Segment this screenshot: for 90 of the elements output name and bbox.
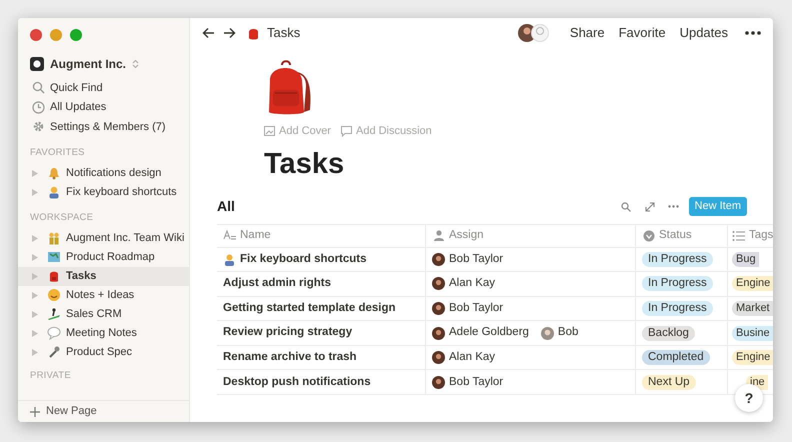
avatar-icon bbox=[432, 277, 445, 290]
person-icon bbox=[432, 228, 446, 242]
sidebar-item[interactable]: Augment Inc. Team Wiki bbox=[18, 228, 189, 248]
assignee-name: Bob Taylor bbox=[449, 252, 504, 267]
text-icon bbox=[223, 228, 237, 242]
triangle-icon bbox=[32, 234, 38, 242]
task-name[interactable]: Adjust admin rights bbox=[223, 275, 331, 293]
status-tag: In Progress bbox=[642, 300, 713, 316]
topbar-button[interactable]: Favorite bbox=[618, 23, 666, 43]
search-icon bbox=[32, 81, 45, 94]
section-heading: WORKSPACE bbox=[29, 214, 94, 226]
tag: Engine bbox=[732, 276, 773, 292]
section-heading: PRIVATE bbox=[29, 372, 72, 384]
speech-bubble-icon bbox=[340, 126, 352, 137]
workspace-logo-icon bbox=[30, 57, 44, 71]
status-icon bbox=[642, 228, 656, 242]
sidebar-link[interactable]: Quick Find bbox=[50, 80, 103, 96]
forward-arrow-icon bbox=[223, 27, 236, 39]
image-icon bbox=[264, 126, 275, 136]
topbar-button[interactable]: Share bbox=[570, 23, 605, 43]
assignee-name: Alan Kay bbox=[449, 350, 496, 366]
people-icon bbox=[47, 231, 61, 245]
workspace-name[interactable]: Augment Inc. bbox=[50, 55, 126, 73]
triangle-icon bbox=[32, 348, 38, 356]
tag: Bug bbox=[732, 252, 759, 267]
triangle-icon bbox=[32, 292, 38, 298]
triangle-icon bbox=[32, 272, 38, 280]
triangle-icon bbox=[32, 254, 38, 260]
task-name[interactable]: Desktop push notifications bbox=[223, 374, 371, 391]
task-name[interactable]: Review pricing strategy bbox=[223, 324, 352, 342]
person-icon bbox=[223, 252, 236, 266]
search-icon bbox=[620, 202, 631, 212]
sidebar-item[interactable]: Fix keyboard shortcuts bbox=[18, 182, 189, 202]
breadcrumb[interactable]: Tasks bbox=[267, 23, 300, 43]
sidebar-item[interactable]: Notifications design bbox=[18, 164, 189, 182]
sidebar-item[interactable]: Meeting Notes bbox=[18, 324, 189, 342]
sidebar-link[interactable]: Settings & Members (7) bbox=[50, 118, 166, 135]
status-tag: Completed bbox=[642, 350, 710, 366]
avatar-icon bbox=[540, 326, 554, 340]
bell-icon bbox=[47, 166, 61, 180]
status-tag: Next Up bbox=[642, 374, 696, 390]
chevron-updown-icon bbox=[132, 59, 140, 69]
more-icon bbox=[745, 31, 761, 35]
clock-icon bbox=[32, 100, 45, 114]
list-icon bbox=[732, 228, 746, 242]
tag: Engine bbox=[732, 350, 773, 366]
assignee-name: Alan Kay bbox=[449, 276, 496, 292]
avatar-icon bbox=[530, 24, 549, 42]
avatar-icon bbox=[432, 376, 445, 389]
task-name[interactable]: Getting started template design bbox=[223, 300, 396, 318]
map-icon bbox=[47, 250, 61, 264]
sidebar-item[interactable]: Tasks bbox=[18, 266, 189, 286]
smiley-icon bbox=[47, 288, 61, 302]
avatar-icon bbox=[432, 326, 445, 340]
person-icon bbox=[47, 185, 61, 199]
more-icon bbox=[668, 205, 679, 208]
avatar-icon bbox=[432, 351, 445, 364]
assignee-name: Bob bbox=[558, 325, 578, 340]
assignee-name: Adele Goldberg bbox=[449, 325, 529, 340]
triangle-icon bbox=[32, 188, 38, 196]
sidebar-item[interactable]: Product Spec bbox=[18, 342, 189, 362]
back-arrow-icon bbox=[202, 27, 215, 39]
tag: Market bbox=[732, 300, 773, 316]
view-title[interactable]: All bbox=[217, 196, 235, 217]
triangle-icon bbox=[32, 330, 38, 336]
avatar-icon bbox=[432, 302, 445, 315]
sidebar-item[interactable]: Notes + Ideas bbox=[18, 286, 189, 304]
avatar-icon bbox=[432, 252, 445, 266]
triangle-icon bbox=[32, 310, 38, 318]
sidebar-item[interactable]: Sales CRM bbox=[18, 304, 189, 324]
assignee-name: Bob Taylor bbox=[449, 374, 504, 390]
plus-icon bbox=[30, 406, 40, 416]
speech-bubble-icon bbox=[47, 326, 61, 340]
assignee-name: Bob Taylor bbox=[449, 300, 504, 316]
status-tag: In Progress bbox=[642, 252, 713, 267]
tag: Busine bbox=[732, 326, 773, 341]
task-name[interactable]: Rename archive to trash bbox=[223, 349, 357, 366]
section-heading: FAVORITES bbox=[29, 148, 86, 160]
task-name[interactable]: Fix keyboard shortcuts bbox=[240, 250, 367, 268]
settings-icon bbox=[32, 120, 45, 134]
help-button[interactable]: ? bbox=[735, 384, 763, 412]
topbar-button[interactable]: Updates bbox=[680, 23, 728, 43]
status-tag: In Progress bbox=[642, 276, 713, 292]
sidebar-link[interactable]: All Updates bbox=[50, 99, 106, 116]
status-tag: Backlog bbox=[642, 326, 695, 341]
sidebar-item[interactable]: Product Roadmap bbox=[18, 248, 189, 266]
page-title: Tasks bbox=[264, 146, 344, 182]
new-page-button[interactable]: New Page bbox=[18, 403, 109, 420]
triangle-icon bbox=[32, 170, 38, 176]
expand-icon bbox=[644, 202, 655, 212]
